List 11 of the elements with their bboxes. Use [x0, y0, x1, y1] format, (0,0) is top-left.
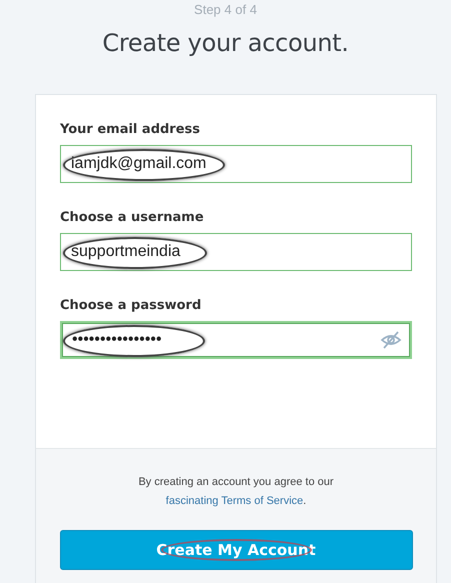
page-title: Create your account.: [102, 29, 349, 57]
field-label: Choose a password: [60, 298, 202, 313]
field-label: Choose a username: [60, 210, 205, 225]
terms-notice: By creating an account you agree to our fascinating Terms of Service.: [137, 475, 335, 509]
step-indicator: Step 4 of 4: [194, 2, 257, 17]
input-field[interactable]: iamjdk@gmail.com: [60, 145, 412, 183]
hidden-eye-icon[interactable]: [380, 331, 402, 349]
input-field[interactable]: supportmeindia: [60, 233, 412, 271]
terms-link[interactable]: fascinating Terms of Service: [166, 495, 304, 507]
password-field[interactable]: ••••••••••••••••: [60, 321, 412, 359]
field-label: Your email address: [60, 122, 202, 137]
